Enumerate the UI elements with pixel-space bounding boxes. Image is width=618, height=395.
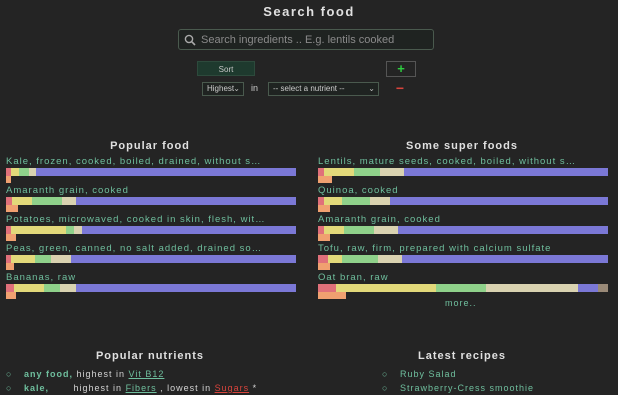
food-item[interactable]: Amaranth grain, cooked	[6, 185, 298, 214]
in-label: in	[251, 83, 259, 93]
chevron-down-icon: ⌄	[233, 84, 240, 93]
list-text: , lowest in	[156, 383, 215, 393]
bullet-icon: ○	[382, 369, 389, 379]
food-item-label[interactable]: Potatoes, microwaved, cooked in skin, fl…	[6, 214, 298, 225]
bullet-icon: ○	[6, 383, 13, 393]
popular-nutrients-heading: Popular nutrients	[95, 350, 205, 362]
energy-bar	[318, 205, 330, 212]
bullet-icon: ○	[6, 369, 13, 379]
food-item-label[interactable]: Amaranth grain, cooked	[318, 214, 610, 225]
nutrient-subject: kale,	[24, 383, 50, 393]
food-item[interactable]: Amaranth grain, cooked	[318, 214, 610, 243]
more-link[interactable]: more..	[445, 298, 477, 308]
page-title: Search food	[263, 4, 355, 19]
order-select-value: Highest	[207, 84, 235, 93]
nutrient-bar	[6, 255, 296, 263]
list-item: ○ any food, highest in Vit B12	[6, 367, 257, 381]
popular-food-heading: Popular food	[110, 140, 190, 152]
food-item-label[interactable]: Lentils, mature seeds, cooked, boiled, w…	[318, 156, 610, 167]
food-item[interactable]: Quinoa, cooked	[318, 185, 610, 214]
latest-recipes-heading: Latest recipes	[418, 350, 506, 362]
nutrient-bar	[318, 284, 608, 292]
energy-bar	[6, 234, 16, 241]
order-select[interactable]: Highest ⌄	[202, 82, 244, 96]
food-item-label[interactable]: Peas, green, canned, no salt added, drai…	[6, 243, 298, 254]
super-foods-heading: Some super foods	[406, 140, 518, 152]
food-item-label[interactable]: Amaranth grain, cooked	[6, 185, 298, 196]
list-item: ○ kale, highest in Fibers , lowest in Sug…	[6, 381, 257, 395]
energy-bar	[318, 263, 330, 270]
nutrient-bar	[6, 226, 296, 234]
food-item[interactable]: Kale, frozen, cooked, boiled, drained, w…	[6, 156, 298, 185]
nutrient-bar	[318, 197, 608, 205]
food-item-label[interactable]: Kale, frozen, cooked, boiled, drained, w…	[6, 156, 298, 167]
food-item[interactable]: Oat bran, raw	[318, 272, 610, 301]
nutrient-bar	[6, 284, 296, 292]
list-item[interactable]: ○ Ruby Salad	[382, 367, 534, 381]
energy-bar	[318, 234, 330, 241]
nutrient-link[interactable]: Sugars	[215, 383, 250, 393]
food-item-label[interactable]: Tofu, raw, firm, prepared with calcium s…	[318, 243, 610, 254]
energy-bar	[6, 292, 16, 299]
chevron-down-icon: ⌄	[368, 84, 375, 93]
list-text: highest in	[49, 383, 126, 393]
list-text: highest in	[73, 369, 129, 379]
popular-nutrients-list: ○ any food, highest in Vit B12 ○ kale, hig…	[6, 367, 257, 395]
nutrient-bar	[318, 168, 608, 176]
food-item[interactable]: Tofu, raw, firm, prepared with calcium s…	[318, 243, 610, 272]
remove-filter-button[interactable]: −	[392, 81, 408, 96]
sort-button[interactable]: Sort	[197, 61, 255, 76]
energy-bar	[6, 205, 18, 212]
bullet-icon: ○	[382, 383, 389, 393]
energy-bar	[318, 176, 332, 183]
food-item[interactable]: Lentils, mature seeds, cooked, boiled, w…	[318, 156, 610, 185]
nutrient-select-value: -- select a nutrient --	[273, 84, 345, 93]
nutrient-select[interactable]: -- select a nutrient -- ⌄	[268, 82, 379, 96]
list-text: *	[249, 383, 258, 393]
energy-bar	[318, 292, 346, 299]
food-item-label[interactable]: Quinoa, cooked	[318, 185, 610, 196]
food-item[interactable]: Potatoes, microwaved, cooked in skin, fl…	[6, 214, 298, 243]
latest-recipes-list: ○ Ruby Salad ○ Strawberry-Cress smoothie	[382, 367, 534, 395]
nutrient-bar	[318, 255, 608, 263]
food-item-label[interactable]: Oat bran, raw	[318, 272, 610, 283]
nutrient-link[interactable]: Fibers	[126, 383, 157, 393]
list-item[interactable]: ○ Strawberry-Cress smoothie	[382, 381, 534, 395]
add-filter-button[interactable]: +	[386, 61, 416, 77]
nutrient-bar	[318, 226, 608, 234]
nutrient-bar	[6, 168, 296, 176]
food-item[interactable]: Bananas, raw	[6, 272, 298, 301]
energy-bar	[6, 176, 11, 183]
recipe-link[interactable]: Ruby Salad	[400, 369, 457, 379]
nutrient-link[interactable]: Vit B12	[129, 369, 165, 379]
recipe-link[interactable]: Strawberry-Cress smoothie	[400, 383, 534, 393]
nutrient-bar	[6, 197, 296, 205]
search-input[interactable]	[201, 32, 429, 47]
food-item[interactable]: Peas, green, canned, no salt added, drai…	[6, 243, 298, 272]
search-icon	[184, 34, 196, 46]
nutrient-subject: any food,	[24, 369, 73, 379]
search-box[interactable]	[178, 29, 434, 50]
energy-bar	[6, 263, 14, 270]
food-item-label[interactable]: Bananas, raw	[6, 272, 298, 283]
